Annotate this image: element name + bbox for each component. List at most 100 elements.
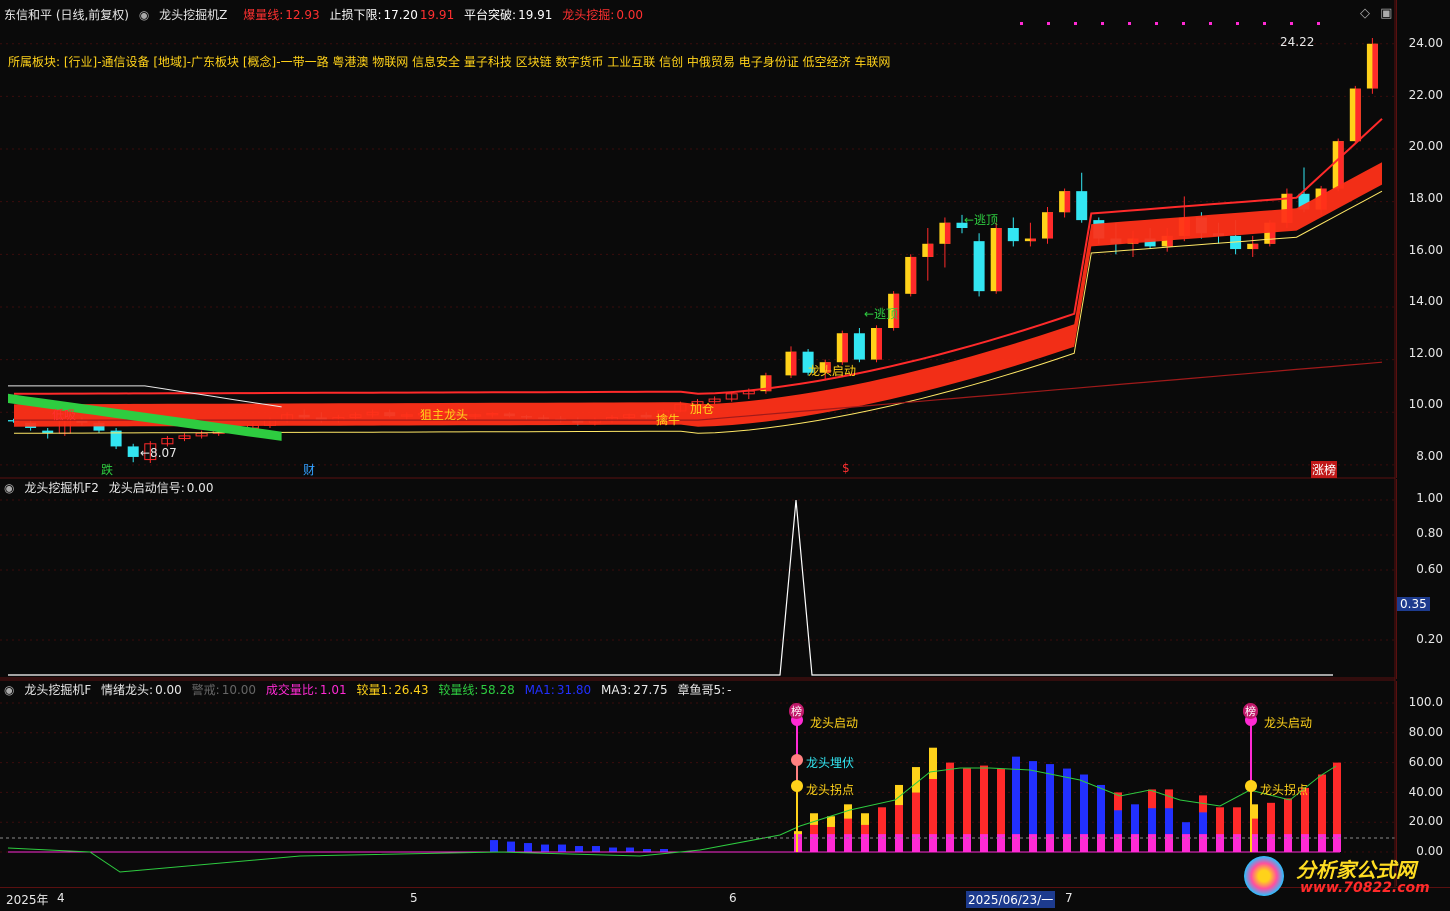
marker-dot [1209, 22, 1212, 25]
volume-bar [626, 847, 634, 852]
dragon-start-label: 龙头启动 [808, 364, 857, 378]
indicator-name[interactable]: ◉ 龙头挖掘机Z [139, 8, 237, 22]
volume-bar-base [895, 834, 903, 852]
volume-bar-base [1097, 834, 1105, 852]
pane2-tick: 0.60 [1416, 562, 1443, 576]
vol1-label: 较量1: [356, 683, 393, 697]
main-header: 东信和平 (日线,前复权) ◉ 龙头挖掘机Z 爆量线: 12.93 止损下限: 17… [4, 6, 649, 23]
low-buy-label: 低吸 [52, 408, 77, 422]
emo-value: 0.00 [155, 683, 182, 697]
indicator-toggle-icon[interactable]: ◉ [139, 8, 149, 22]
ma3-value: 27.75 [633, 683, 668, 697]
candle-body-half [1030, 238, 1036, 242]
volume-bar [541, 844, 549, 852]
pane2-toggle-icon[interactable]: ◉ [4, 481, 14, 495]
marker-dot [1263, 22, 1266, 25]
vol1-value: 26.43 [394, 683, 429, 697]
stock-title[interactable]: 东信和平 (日线,前复权) [4, 8, 129, 22]
marker-dot [1020, 22, 1023, 25]
signal-dot [1245, 780, 1257, 792]
burst-value: 12.93 [285, 8, 320, 22]
candle-body-half [927, 243, 934, 257]
marker-dot [1290, 22, 1293, 25]
stop-label: 止损下限: [329, 8, 382, 22]
candle-body-half [996, 228, 1002, 292]
volume-bar-base [946, 834, 954, 852]
marker-dot [1101, 22, 1104, 25]
price-tick: 8.00 [1416, 449, 1443, 463]
volume-bar-base [1148, 834, 1156, 852]
volume-bar-base [912, 834, 920, 852]
date-year: 2025年 [6, 893, 49, 907]
price-tick: 12.00 [1408, 346, 1443, 360]
candle-body [1007, 228, 1019, 242]
volume-bar-base [1318, 834, 1326, 852]
pane2-cursor-tick: 0.35 [1397, 597, 1430, 611]
restore-icon[interactable]: ▣ [1380, 6, 1392, 21]
volume-bar-base [1063, 834, 1071, 852]
price-axis: 24.00 22.00 20.00 18.00 16.00 14.00 12.0… [1396, 0, 1450, 478]
watermark-cn: 分析家公式网 [1296, 858, 1416, 882]
mark-limit-up: 涨榜 [1311, 461, 1338, 478]
volume-bar-base [1333, 834, 1341, 852]
pane3-toggle-icon[interactable]: ◉ [4, 683, 14, 697]
pane2-tick: 0.20 [1416, 632, 1443, 646]
pane2-tick: 1.00 [1416, 491, 1443, 505]
volume-bar-base [1267, 834, 1275, 852]
volume-bar-base [1080, 834, 1088, 852]
price-tick: 14.00 [1408, 294, 1443, 308]
volline-value: 58.28 [480, 683, 515, 697]
volume-bar-base [1029, 834, 1037, 852]
escape-top-label: ←逃顶 [864, 307, 899, 321]
marker-dot [1182, 22, 1185, 25]
octo-label: 章鱼哥5: [677, 683, 726, 697]
date-cursor: 2025/06/23/一 [966, 891, 1056, 908]
diamond-icon[interactable]: ◇ [1360, 6, 1370, 21]
burst-label: 爆量线: [243, 8, 284, 22]
mark-fall: 跌 [101, 463, 114, 477]
volume-bar [524, 843, 532, 852]
volume-bar-base [827, 834, 835, 852]
price-tick: 20.00 [1408, 139, 1443, 153]
volume-bar-base [997, 834, 1005, 852]
date-month-5: 5 [410, 891, 418, 905]
signal-dot [791, 754, 803, 766]
candle-body-half [1338, 141, 1344, 189]
volume-bar-base [1216, 834, 1224, 852]
pane3-tick: 80.00 [1408, 725, 1443, 739]
candle-body [127, 446, 139, 457]
marker-dot [1074, 22, 1077, 25]
pane3-start-label-2: 龙头启动 [1264, 716, 1313, 730]
dig-label: 龙头挖掘: [562, 8, 615, 22]
volume-bar [609, 847, 617, 852]
volume-bar [592, 846, 600, 852]
volume-bar-base [861, 834, 869, 852]
volratio-value: 1.01 [319, 683, 347, 697]
price-tick: 18.00 [1408, 191, 1443, 205]
price-tick: 16.00 [1408, 243, 1443, 257]
candle-body-half [842, 333, 848, 363]
pane2-signal-value: 0.00 [186, 481, 214, 495]
candle-body-half [1355, 88, 1361, 142]
candle-body-half [876, 328, 882, 360]
pane3-header: ◉ 龙头挖掘机F 情绪龙头: 0.00 警戒: 10.00 成交量比: 1.01 较量… [4, 681, 737, 698]
volume-bar-base [1114, 834, 1122, 852]
marker-dot [1047, 22, 1050, 25]
candle-body-half [1064, 191, 1071, 213]
signal-dot [791, 780, 803, 792]
volume-bar-base [1046, 834, 1054, 852]
pane3-name[interactable]: 龙头挖掘机F [24, 683, 91, 697]
mark-finance: 财 [303, 463, 316, 477]
pane3-tick: 40.00 [1408, 785, 1443, 799]
pane2-name[interactable]: 龙头挖掘机F2 [24, 481, 99, 495]
candle-body-half [1252, 243, 1259, 250]
volume-bar-base [810, 834, 818, 852]
mark-dollar: $ [842, 461, 850, 475]
chart-canvas [0, 0, 1396, 887]
watermark-url: www.70822.com [1300, 880, 1430, 896]
bang-badge-2: 榜 [1243, 703, 1258, 719]
candle-body [1076, 191, 1088, 221]
price-tick: 22.00 [1408, 88, 1443, 102]
candle-body [853, 333, 865, 360]
candle-body-half [791, 351, 797, 376]
